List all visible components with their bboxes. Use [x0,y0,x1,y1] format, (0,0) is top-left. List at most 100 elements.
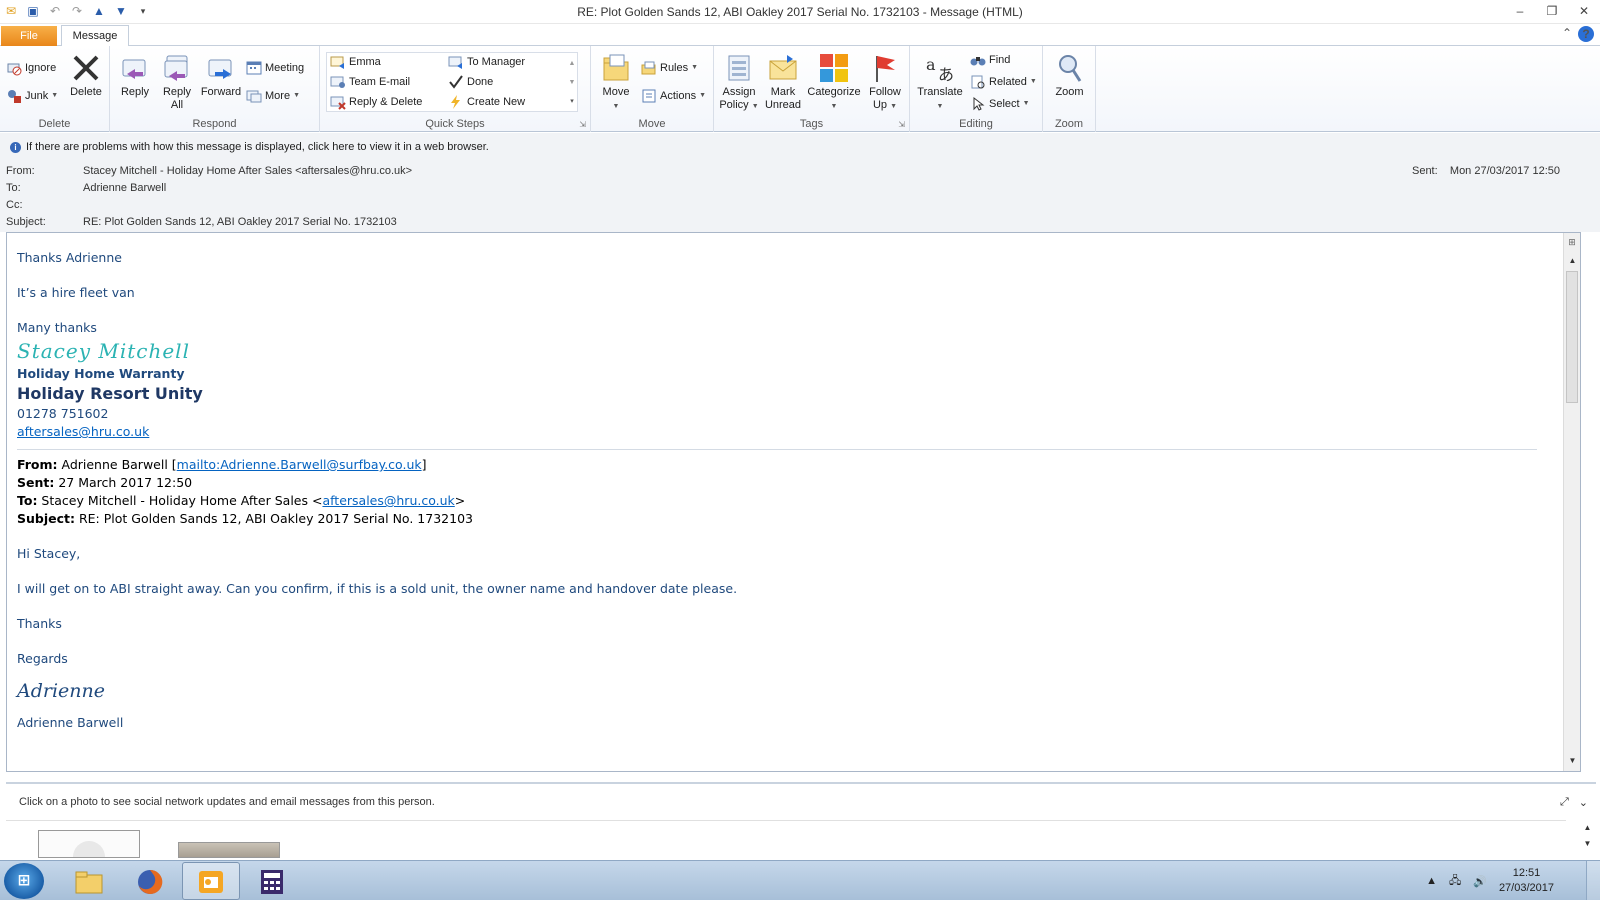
more-respond-button[interactable]: More ▼ [246,88,300,104]
reply-button[interactable]: Reply [114,52,156,99]
actions-button[interactable]: Actions ▼ [641,88,706,104]
system-tray: ▲ 🖧 🔊 12:51 27/03/2017 [1426,861,1554,900]
more-icon [246,90,262,103]
scroll-up-icon[interactable]: ▲ [1584,823,1592,832]
quick-steps-group-label: Quick Steps [425,118,485,130]
to-manager-icon [448,56,462,69]
quickstep-done[interactable]: Done [448,74,493,90]
signature-department: Holiday Home Warranty [17,366,185,381]
clock[interactable]: 12:51 27/03/2017 [1499,866,1554,896]
people-scrollbar[interactable]: ▲ ▼ [1579,820,1596,858]
quoted-regards: Regards [17,651,68,666]
meeting-button[interactable]: Meeting [246,60,304,76]
restore-button[interactable]: ❐ [1536,0,1568,22]
junk-button[interactable]: Junk ▼ [6,88,58,104]
translate-icon: aあ [926,55,954,84]
editing-group: aあ Translate ▼ Find Related ▼ Select ▼ E… [910,46,1043,132]
quickstep-emma[interactable]: Emma [330,54,381,70]
info-bar[interactable]: i If there are problems with how this me… [10,141,489,153]
explorer-taskbar-icon[interactable] [60,862,118,900]
quicksteps-scroll[interactable]: ▲ ▼ ▾ [566,54,578,111]
binoculars-icon [970,57,986,66]
to-value[interactable]: Adrienne Barwell [83,182,166,194]
forward-button[interactable]: Forward [198,52,244,99]
quoted-header: From: Adrienne Barwell [mailto:Adrienne.… [17,457,473,526]
reply-all-button[interactable]: Reply All [156,52,198,112]
assign-policy-button[interactable]: Assign Policy ▼ [718,52,760,113]
quoted-name: Adrienne Barwell [17,715,124,730]
mark-unread-button[interactable]: Mark Unread [762,52,804,112]
move-button[interactable]: Move ▼ [595,52,637,113]
split-icon[interactable]: ⊞ [1566,236,1578,248]
scroll-down-icon[interactable]: ▼ [1564,753,1580,769]
body-scrollbar[interactable]: ⊞ ▲ ▼ [1563,233,1580,771]
collapse-ribbon-icon[interactable]: ⌃ [1562,26,1572,42]
minimize-button[interactable]: – [1504,0,1536,22]
people-pane: Click on a photo to see social network u… [6,782,1596,858]
chevron-down-icon: ▼ [1022,100,1030,107]
quickstep-create-new[interactable]: Create New [448,94,525,110]
chevron-down-icon: ▼ [699,92,707,99]
chevron-down-icon[interactable]: ⌄ [1579,796,1588,809]
close-button[interactable]: ✕ [1568,0,1600,22]
quickstep-to-manager[interactable]: To Manager [448,54,525,70]
outlook-taskbar-icon[interactable] [182,862,240,900]
rules-icon [641,61,656,75]
categorize-button[interactable]: Categorize ▼ [804,52,864,113]
quickstep-team-email[interactable]: Team E-mail [330,74,410,90]
people-pane-text: Click on a photo to see social network u… [19,796,435,808]
scroll-up-icon[interactable]: ▲ [1564,253,1580,269]
from-value[interactable]: Stacey Mitchell - Holiday Home After Sal… [83,165,412,177]
show-hidden-icons-icon[interactable]: ▲ [1426,875,1437,887]
calculator-taskbar-icon[interactable] [243,862,301,900]
contact-photo[interactable] [178,842,280,858]
magnifier-icon [1058,55,1081,82]
select-button[interactable]: Select ▼ [970,96,1030,112]
chevron-down-icon: ▼ [936,103,944,110]
quoted-to-link[interactable]: aftersales@hru.co.uk [322,493,454,508]
scroll-down-icon[interactable]: ▼ [1584,839,1592,848]
show-desktop-button[interactable] [1586,861,1600,900]
windows-logo-icon: ⊞ [17,872,31,889]
actions-icon [642,89,656,103]
tab-file[interactable]: File [1,26,57,46]
help-icon[interactable]: ? [1578,26,1594,42]
translate-button[interactable]: aあ Translate ▼ [914,52,966,113]
to-label: To: [6,182,21,194]
body-line: It’s a hire fleet van [17,285,135,300]
follow-up-button[interactable]: Follow Up ▼ [864,52,906,113]
find-button[interactable]: Find [970,52,1010,68]
volume-icon[interactable]: 🔊 [1473,875,1487,888]
handwritten-signature: Stacey Mitchell [17,339,190,363]
expand-icon[interactable]: ⤢ [1560,796,1569,809]
mark-unread-icon [769,55,797,80]
start-button[interactable]: ⊞ [4,863,44,899]
window-controls: – ❐ ✕ [1504,0,1600,22]
dialog-launcher-icon[interactable]: ⇲ [898,120,905,129]
message-header: i If there are problems with how this me… [0,133,1600,232]
editing-group-label: Editing [959,118,993,130]
delete-button[interactable]: Delete [66,52,106,99]
dialog-launcher-icon[interactable]: ⇲ [579,120,586,129]
meeting-icon [246,61,262,75]
tab-message[interactable]: Message [61,25,129,47]
ignore-button[interactable]: Ignore [6,60,56,76]
related-button[interactable]: Related ▼ [970,74,1037,90]
zoom-button[interactable]: Zoom [1047,52,1092,99]
body-closing: Many thanks [17,320,97,335]
network-icon[interactable]: 🖧 [1449,872,1461,891]
message-body[interactable]: Thanks Adrienne It’s a hire fleet van Ma… [6,232,1581,772]
subject-label: Subject: [6,216,46,228]
contact-photo-placeholder[interactable] [38,830,140,858]
scroll-thumb[interactable] [1566,271,1578,403]
signature-company: Holiday Resort Unity [17,384,203,403]
quickstep-reply-delete[interactable]: Reply & Delete [330,94,422,110]
envelope-arrow-icon [330,56,344,69]
signature-email-link[interactable]: aftersales@hru.co.uk [17,424,149,439]
rules-button[interactable]: Rules ▼ [641,60,698,76]
chevron-down-icon: ▼ [890,103,898,110]
quoted-from-link[interactable]: mailto:Adrienne.Barwell@surfbay.co.uk [177,457,422,472]
body-greeting: Thanks Adrienne [17,250,122,265]
firefox-taskbar-icon[interactable] [121,862,179,900]
chevron-down-icon: ▼ [751,103,759,110]
